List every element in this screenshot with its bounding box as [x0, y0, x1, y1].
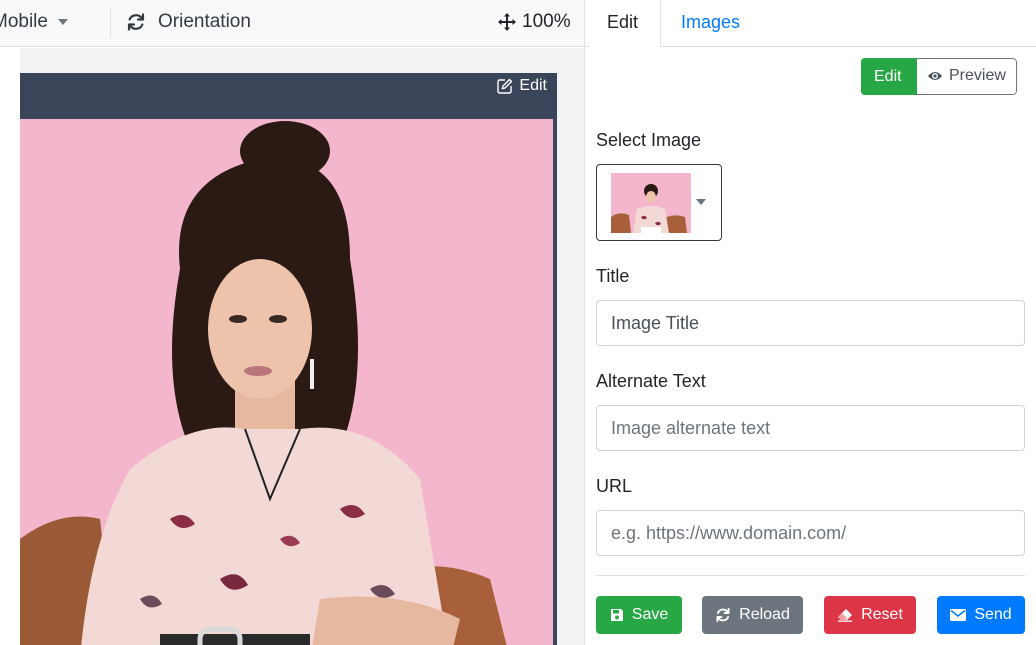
- device-label: Mobile: [0, 11, 48, 32]
- portrait-illustration: [20, 119, 553, 645]
- tab-edit[interactable]: Edit: [589, 0, 661, 48]
- tab-images[interactable]: Images: [663, 0, 758, 47]
- preview-image[interactable]: [20, 119, 553, 645]
- reload-button[interactable]: Reload: [702, 596, 803, 634]
- reset-label: Reset: [861, 606, 903, 623]
- eye-icon: [928, 72, 942, 80]
- zoom-control[interactable]: 100%: [498, 11, 571, 33]
- save-button[interactable]: Save: [596, 596, 682, 634]
- toolbar-divider: [110, 8, 111, 38]
- canvas-gutter: [0, 48, 20, 645]
- arrows-move-icon: [498, 13, 516, 31]
- orientation-button[interactable]: Orientation: [126, 11, 251, 33]
- orientation-label: Orientation: [158, 11, 251, 32]
- sync-icon: [716, 608, 730, 622]
- floppy-disk-icon: [610, 609, 623, 621]
- pencil-square-icon: [497, 78, 513, 94]
- alt-text-input[interactable]: [596, 405, 1025, 451]
- envelope-icon: [950, 609, 967, 621]
- select-image-label: Select Image: [596, 130, 702, 150]
- frame-edit-label: Edit: [519, 77, 547, 94]
- title-input[interactable]: [596, 300, 1025, 346]
- edit-mode-button[interactable]: Edit: [861, 58, 917, 95]
- title-label: Title: [596, 266, 630, 286]
- form-divider: [596, 575, 1025, 576]
- device-dropdown[interactable]: Mobile: [0, 11, 68, 33]
- frame-edit-button[interactable]: Edit: [497, 77, 547, 95]
- alt-text-label: Alternate Text: [596, 371, 706, 391]
- url-label: URL: [596, 476, 633, 496]
- editor-panel: Edit Images Edit Preview Select Image Ti…: [584, 0, 1036, 645]
- chevron-down-icon: [696, 199, 706, 205]
- send-button[interactable]: Send: [937, 596, 1025, 634]
- mode-toggle: Edit Preview: [861, 58, 1017, 95]
- panel-tabs: Edit Images: [585, 0, 1036, 48]
- preview-canvas: Edit: [0, 48, 584, 645]
- send-label: Send: [974, 606, 1012, 623]
- image-thumbnail: [611, 173, 691, 233]
- zoom-level: 100%: [522, 11, 571, 32]
- preview-toolbar: Mobile Orientation 100%: [0, 0, 584, 47]
- sync-icon: [127, 13, 145, 31]
- eraser-icon: [838, 609, 853, 622]
- device-frame: Edit: [20, 73, 557, 645]
- preview-mode-label: Preview: [949, 67, 1006, 84]
- save-label: Save: [631, 606, 669, 623]
- preview-mode-button[interactable]: Preview: [917, 58, 1017, 95]
- chevron-down-icon: [57, 19, 68, 25]
- image-select-dropdown[interactable]: [596, 164, 722, 241]
- reload-label: Reload: [739, 606, 790, 623]
- thumbnail-illustration: [611, 173, 691, 233]
- url-input[interactable]: [596, 510, 1025, 556]
- reset-button[interactable]: Reset: [824, 596, 916, 634]
